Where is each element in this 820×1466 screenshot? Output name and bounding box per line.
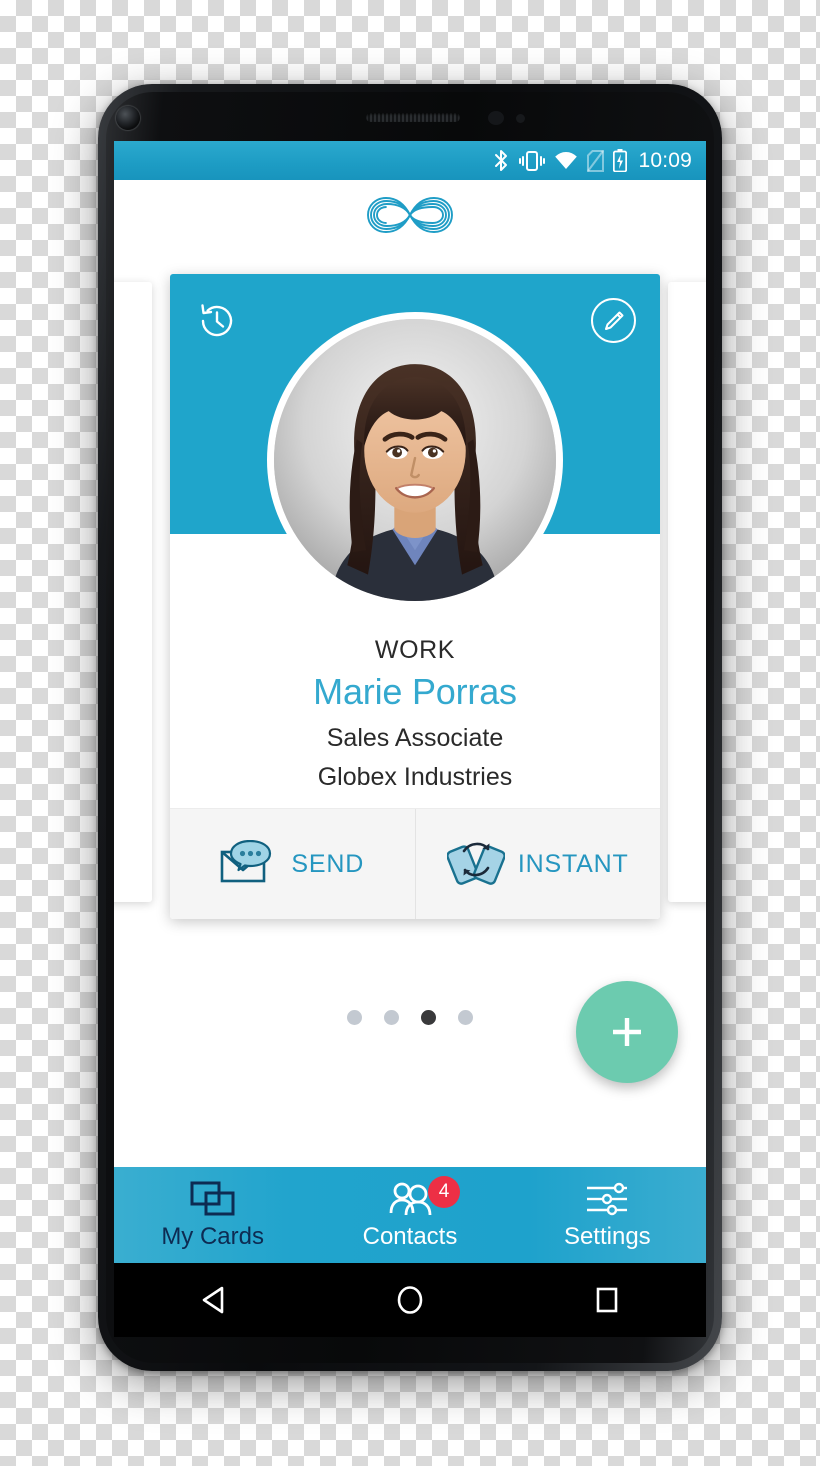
avatar — [267, 312, 563, 608]
envelope-message-icon — [220, 839, 278, 889]
card-name: Marie Porras — [313, 671, 517, 712]
card-company: Globex Industries — [317, 763, 513, 792]
status-bar: 10:09 — [114, 141, 706, 180]
screenshot-canvas: 10:09 WORK Marie Porras Sales Associate … — [0, 0, 820, 1466]
card-type-label: WORK — [374, 636, 456, 664]
bottom-navigation: My Cards 4 Contacts Settings — [114, 1167, 706, 1263]
carousel-prev-card[interactable] — [114, 282, 152, 902]
home-circle-icon[interactable] — [370, 1275, 450, 1325]
nav-item-my-cards[interactable]: My Cards — [114, 1167, 311, 1263]
phone-screen: 10:09 WORK Marie Porras Sales Associate … — [114, 141, 706, 1263]
instant-label: INSTANT — [517, 849, 629, 878]
card-actions: SEND INSTANT — [170, 808, 660, 919]
back-triangle-icon[interactable] — [173, 1275, 253, 1325]
battery-charging-icon — [613, 149, 628, 172]
carousel-next-card[interactable] — [668, 282, 706, 902]
send-label: SEND — [291, 849, 365, 878]
infinity-logo — [364, 192, 456, 243]
history-clock-icon[interactable] — [194, 298, 239, 343]
nav-item-contacts[interactable]: 4 Contacts — [311, 1167, 508, 1263]
card-job-title: Sales Associate — [326, 724, 504, 752]
send-button[interactable]: SEND — [170, 809, 416, 919]
pager-dot-4[interactable] — [458, 1010, 473, 1025]
card-header — [170, 274, 660, 608]
recents-square-icon[interactable] — [567, 1275, 647, 1325]
light-sensor-icon — [516, 114, 525, 123]
nav-label-settings: Settings — [563, 1222, 651, 1250]
add-card-button[interactable] — [576, 981, 678, 1083]
status-clock: 10:09 — [638, 148, 692, 172]
pager-row — [114, 980, 706, 1100]
instant-button[interactable]: INSTANT — [416, 809, 661, 919]
vibrate-icon — [519, 150, 546, 172]
card-carousel[interactable]: WORK Marie Porras Sales Associate Globex… — [114, 254, 706, 924]
android-system-nav — [114, 1263, 706, 1337]
pager-dot-1[interactable] — [347, 1010, 362, 1025]
app-header — [114, 180, 706, 254]
nav-item-settings[interactable]: Settings — [509, 1167, 706, 1263]
wifi-icon — [554, 151, 578, 170]
nav-label-my-cards: My Cards — [161, 1222, 264, 1250]
sliders-icon — [584, 1180, 630, 1218]
phone-exchange-icon — [446, 838, 506, 891]
app-content: WORK Marie Porras Sales Associate Globex… — [114, 180, 706, 1263]
edit-pencil-icon[interactable] — [591, 298, 636, 343]
earpiece-speaker — [366, 113, 460, 122]
business-card[interactable]: WORK Marie Porras Sales Associate Globex… — [170, 274, 660, 919]
contacts-badge: 4 — [427, 1175, 460, 1208]
cards-stack-icon — [190, 1180, 236, 1218]
people-icon: 4 — [387, 1175, 460, 1218]
proximity-sensor-icon — [488, 111, 504, 125]
pager-dot-2[interactable] — [384, 1010, 399, 1025]
pager-dots[interactable] — [347, 1010, 473, 1025]
nav-label-contacts: Contacts — [362, 1222, 458, 1250]
no-sim-icon — [587, 149, 605, 172]
front-camera-icon — [116, 106, 140, 130]
bluetooth-icon — [493, 149, 510, 172]
pager-dot-3[interactable] — [421, 1010, 436, 1025]
